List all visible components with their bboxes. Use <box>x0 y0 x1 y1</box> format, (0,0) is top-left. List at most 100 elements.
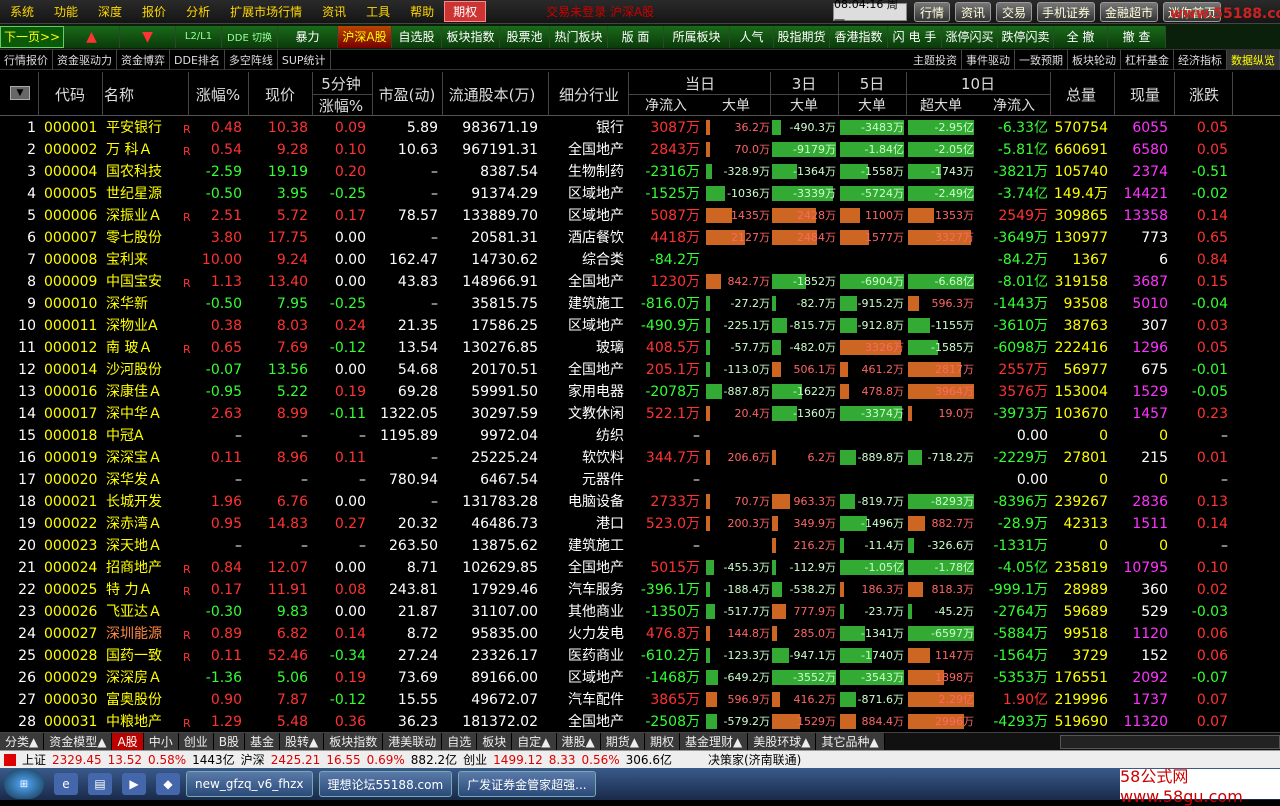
stock-name[interactable]: 国药一致 <box>106 646 182 666</box>
table-row[interactable]: 16 000019 深深宝Ａ 0.11 8.96 0.11 – 25225.24 软饮料 344.… <box>0 446 1280 468</box>
tab-right[interactable]: 一致预期 <box>1015 49 1068 70</box>
col-5day-big[interactable]: 大单 <box>838 94 906 116</box>
stock-code[interactable]: 000027 <box>44 624 102 644</box>
toolbar-button[interactable]: 股指期货 <box>774 25 830 48</box>
market-tab[interactable]: 期权 <box>644 733 680 750</box>
tab-right[interactable]: 数据纵览 <box>1227 49 1280 70</box>
market-tab[interactable]: 基金 <box>244 733 280 750</box>
toolbar-button[interactable]: 全 撤 <box>1054 25 1108 48</box>
tab-right[interactable]: 板块轮动 <box>1068 49 1121 70</box>
toolbar-button[interactable]: 涨停闪买 <box>942 25 998 48</box>
quote-button[interactable]: 行情 <box>914 2 950 22</box>
sort-dropdown-icon[interactable]: ▼ <box>10 86 30 100</box>
stock-code[interactable]: 000021 <box>44 492 102 512</box>
col-5day[interactable]: 5日 <box>838 72 906 94</box>
stock-name[interactable]: 中冠A <box>106 426 182 446</box>
table-row[interactable]: 27 000030 富奥股份 0.90 7.87 -0.12 15.55 49672.07 汽车… <box>0 688 1280 710</box>
stock-name[interactable]: 深圳能源 <box>106 624 182 644</box>
stock-name[interactable]: 世纪星源 <box>106 184 182 204</box>
stock-name[interactable]: 深深宝Ａ <box>106 448 182 468</box>
col-updown[interactable]: 涨跌 <box>1176 72 1232 116</box>
table-row[interactable]: 22 000025 特 力Ａ R 0.17 11.91 0.08 243.81 17929.46… <box>0 578 1280 600</box>
folder-icon[interactable]: ▤ <box>88 773 112 795</box>
table-row[interactable]: 13 000016 深康佳Ａ -0.95 5.22 0.19 69.28 59991.50 家用… <box>0 380 1280 402</box>
menu-item[interactable]: 扩展市场行情 <box>220 3 312 20</box>
toolbar-button[interactable]: 版 面 <box>608 25 664 48</box>
toolbar-button[interactable]: 下一页>> <box>0 25 64 48</box>
toolbar-button[interactable]: 热门板块 <box>550 25 608 48</box>
table-row[interactable]: 19 000022 深赤湾Ａ 0.95 14.83 0.27 20.32 46486.73 港口… <box>0 512 1280 534</box>
stock-code[interactable]: 000030 <box>44 690 102 710</box>
media-icon[interactable]: ▶ <box>122 773 146 795</box>
stock-name[interactable]: 深华新 <box>106 294 182 314</box>
menu-item[interactable]: 帮助 <box>400 3 444 20</box>
stock-name[interactable]: 深深房Ａ <box>106 668 182 688</box>
table-row[interactable]: 4 000005 世纪星源 -0.50 3.95 -0.25 – 91374.29 区域地产 -1… <box>0 182 1280 204</box>
stock-code[interactable]: 000017 <box>44 404 102 424</box>
stock-name[interactable]: 长城开发 <box>106 492 182 512</box>
stock-code[interactable]: 000014 <box>44 360 102 380</box>
app-icon[interactable]: ◆ <box>156 773 180 795</box>
stock-name[interactable]: 深华发Ａ <box>106 470 182 490</box>
stock-name[interactable]: 平安银行 <box>106 118 182 138</box>
horizontal-scrollbar[interactable] <box>1060 734 1280 749</box>
tab-left[interactable]: 多空阵线 <box>225 49 278 70</box>
toolbar-button[interactable]: DDE 切换 <box>222 25 278 48</box>
table-row[interactable]: 8 000009 中国宝安 R 1.13 13.40 0.00 43.83 148966.91 全… <box>0 270 1280 292</box>
market-tab[interactable]: 基金理财▲ <box>679 733 749 750</box>
stock-name[interactable]: 中国宝安 <box>106 272 182 292</box>
table-row[interactable]: 28 000031 中粮地产 R 1.29 5.48 0.36 36.23 181372.02 全… <box>0 710 1280 732</box>
stock-name[interactable]: 南 玻Ａ <box>106 338 182 358</box>
col-10day[interactable]: 10日 <box>906 72 1050 94</box>
table-row[interactable]: 14 000017 深中华Ａ 2.63 8.99 -0.11 1322.05 30297.59… <box>0 402 1280 424</box>
market-tab[interactable]: 资金模型▲ <box>44 733 113 750</box>
stock-name[interactable]: 飞亚达Ａ <box>106 602 182 622</box>
toolbar-button[interactable]: 股票池 <box>500 25 550 48</box>
toolbar-button[interactable]: L2/L1 <box>176 25 222 48</box>
market-tab[interactable]: 港美联动 <box>383 733 443 750</box>
market-tab[interactable]: 创业 <box>178 733 214 750</box>
col-3day[interactable]: 3日 <box>770 72 838 94</box>
stock-code[interactable]: 000009 <box>44 272 102 292</box>
toolbar-button[interactable]: 板块指数 <box>442 25 500 48</box>
table-row[interactable]: 26 000029 深深房Ａ -1.36 5.06 0.19 73.69 89166.00 区域… <box>0 666 1280 688</box>
table-row[interactable]: 2 000002 万 科Ａ R 0.54 9.28 0.10 10.63 967191.31 全国… <box>0 138 1280 160</box>
col-code[interactable]: 代码 <box>40 72 100 116</box>
table-row[interactable]: 17 000020 深华发Ａ – – – 780.94 6467.54 元器件 – 0.00 0 0 – <box>0 468 1280 490</box>
menu-item[interactable]: 资讯 <box>312 3 356 20</box>
stock-code[interactable]: 000001 <box>44 118 102 138</box>
stock-name[interactable]: 零七股份 <box>106 228 182 248</box>
market-tab[interactable]: 自定▲ <box>512 733 557 750</box>
col-pe[interactable]: 市盈(动) <box>374 72 440 116</box>
task-forum[interactable]: 理想论坛55188.com <box>318 771 453 797</box>
stock-name[interactable]: 深天地Ａ <box>106 536 182 556</box>
tab-right[interactable]: 主题投资 <box>909 49 962 70</box>
task-gfzq[interactable]: new_gfzq_v6_fhzx <box>186 771 313 797</box>
stock-name[interactable]: 特 力Ａ <box>106 580 182 600</box>
toolbar-button[interactable]: 人气 <box>730 25 774 48</box>
col-industry[interactable]: 细分行业 <box>552 72 626 116</box>
table-row[interactable]: 10 000011 深物业A 0.38 8.03 0.24 21.35 17586.25 区域地… <box>0 314 1280 336</box>
market-tab[interactable]: 中小 <box>143 733 179 750</box>
stock-code[interactable]: 000019 <box>44 448 102 468</box>
tab-left[interactable]: 资金驱动力 <box>53 49 117 70</box>
stock-name[interactable]: 深物业A <box>106 316 182 336</box>
col-price[interactable]: 现价 <box>250 72 310 116</box>
toolbar-button[interactable]: 沪深A股 <box>338 25 392 48</box>
table-row[interactable]: 15 000018 中冠A – – –1195.89 9972.04 纺织 –0.00 0 0– <box>0 424 1280 446</box>
tab-left[interactable]: DDE排名 <box>170 49 225 70</box>
market-tab[interactable]: 港股▲ <box>556 733 601 750</box>
col-10day-superbig[interactable]: 超大单 <box>906 94 976 116</box>
col-current-vol[interactable]: 现量 <box>1118 72 1172 116</box>
stock-code[interactable]: 000012 <box>44 338 102 358</box>
table-row[interactable]: 24 000027 深圳能源 R 0.89 6.82 0.14 8.72 95835.00 火力发… <box>0 622 1280 644</box>
toolbar-button[interactable]: 自选股 <box>392 25 442 48</box>
col-5min-top[interactable]: 5分钟 <box>312 72 370 94</box>
stock-code[interactable]: 000024 <box>44 558 102 578</box>
stock-code[interactable]: 000020 <box>44 470 102 490</box>
stock-code[interactable]: 000026 <box>44 602 102 622</box>
col-change-pct[interactable]: 涨幅% <box>190 72 246 116</box>
table-row[interactable]: 20 000023 深天地Ａ – – – 263.50 13875.62 建筑施工 – 216.2万… <box>0 534 1280 556</box>
task-broker[interactable]: 广发证券金管家超强... <box>458 771 596 797</box>
col-today-big[interactable]: 大单 <box>702 94 770 116</box>
